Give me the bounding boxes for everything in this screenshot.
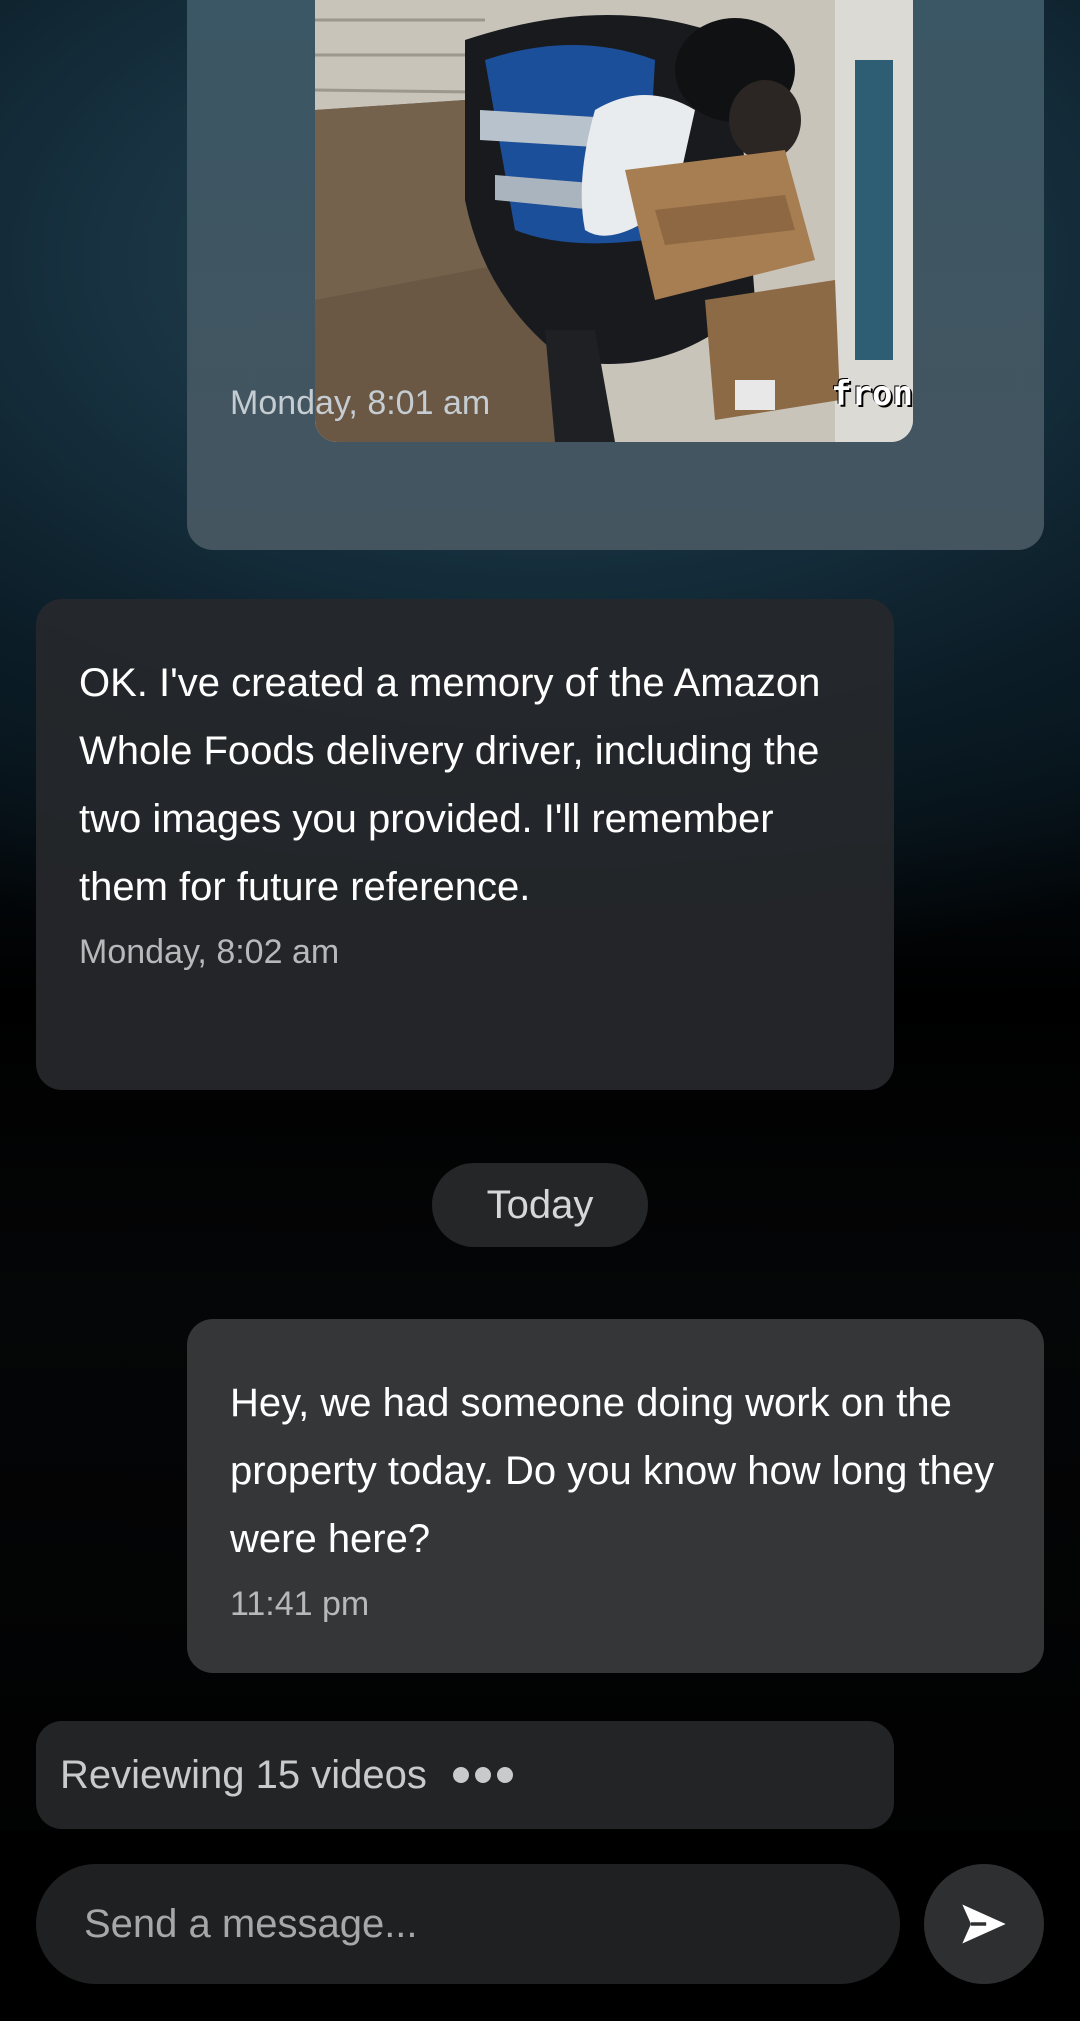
date-separator: Today <box>432 1163 648 1247</box>
camera-stamp-text: fron <box>831 374 913 414</box>
reviewing-status: Reviewing 15 videos <box>36 1721 894 1829</box>
outgoing-image-message[interactable]: fron Monday, 8:01 am <box>187 0 1044 550</box>
user-message-text: Hey, we had someone doing work on the pr… <box>230 1381 995 1561</box>
image-message-timestamp: Monday, 8:01 am <box>230 384 491 422</box>
typing-dot <box>496 1767 513 1783</box>
message-composer <box>0 1830 1080 2021</box>
user-message-timestamp: 11:41 pm <box>230 1585 370 1623</box>
typing-indicator-icon <box>452 1767 513 1783</box>
assistant-message-text: OK. I've created a memory of the Amazon … <box>79 661 821 909</box>
message-input[interactable] <box>36 1864 900 1984</box>
doorbell-snapshot-image[interactable]: fron <box>315 0 913 442</box>
assistant-message[interactable]: OK. I've created a memory of the Amazon … <box>36 599 894 1090</box>
send-button[interactable] <box>924 1864 1044 1984</box>
user-message[interactable]: Hey, we had someone doing work on the pr… <box>187 1319 1044 1673</box>
typing-dot <box>474 1767 491 1783</box>
snapshot-illustration <box>315 0 913 442</box>
assistant-message-timestamp: Monday, 8:02 am <box>79 933 340 971</box>
send-icon <box>962 1904 1006 1944</box>
typing-dot <box>452 1767 469 1783</box>
chat-thread[interactable]: fron Monday, 8:01 am OK. I've created a … <box>0 0 1080 1830</box>
reviewing-status-text: Reviewing 15 videos <box>60 1752 427 1797</box>
